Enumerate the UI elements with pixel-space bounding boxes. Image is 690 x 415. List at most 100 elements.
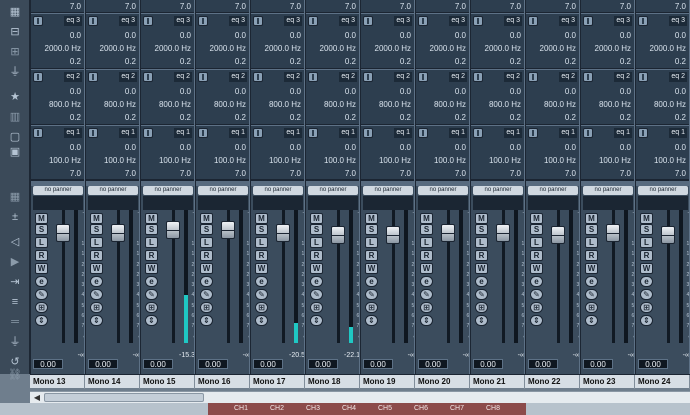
eq-gain-value[interactable]: 0.0 xyxy=(70,31,81,41)
channel-tab-5[interactable]: CH5 xyxy=(378,403,392,415)
eq-q-value[interactable]: 7.0 xyxy=(345,169,356,179)
panner-label[interactable]: no panner xyxy=(418,186,468,195)
panner-area[interactable] xyxy=(198,196,248,210)
eq-gain-value[interactable]: 0.0 xyxy=(620,87,631,97)
eq-power-icon[interactable] xyxy=(473,72,483,82)
channel-button-8[interactable]: ⇕ xyxy=(420,315,433,326)
channel-tab-1[interactable]: CH1 xyxy=(234,403,248,415)
eq-q-value[interactable]: 0.2 xyxy=(455,113,466,123)
volume-fader[interactable] xyxy=(661,226,675,244)
channel-button-5[interactable]: e xyxy=(200,276,213,287)
channel-button-4[interactable]: W xyxy=(35,263,48,274)
eq-band-cell[interactable]: eq 2 0.0 800.0 Hz 0.2 xyxy=(636,69,689,125)
eq-freq-value[interactable]: 2000.0 Hz xyxy=(45,44,81,54)
eq-band-cell[interactable]: eq 3 0.0 2000.0 Hz 0.2 xyxy=(636,13,689,69)
eq-gain-value[interactable]: 0.0 xyxy=(70,87,81,97)
channel-button-1[interactable]: S xyxy=(145,224,158,235)
eq-q-value[interactable]: 0.2 xyxy=(620,113,631,123)
panner-label[interactable]: no panner xyxy=(253,186,303,195)
eq-freq-value[interactable]: 100.0 Hz xyxy=(379,156,411,166)
eq-band-cell[interactable]: eq 1 0.0 100.0 Hz 7.0 xyxy=(86,125,139,180)
channel-name[interactable]: Mono 19 xyxy=(360,375,415,389)
volume-fader[interactable] xyxy=(606,224,620,242)
eq-gain-value[interactable]: 0.0 xyxy=(620,143,631,153)
panner-label[interactable]: no panner xyxy=(528,186,578,195)
eq-gain-value[interactable]: 0.0 xyxy=(290,31,301,41)
channel-button-5[interactable]: e xyxy=(145,276,158,287)
volume-display[interactable]: 0.00 xyxy=(528,359,558,369)
channel-button-6[interactable]: ✎ xyxy=(530,289,543,300)
eq-q-value[interactable]: 7.0 xyxy=(400,169,411,179)
volume-display[interactable]: 0.00 xyxy=(88,359,118,369)
eq-power-icon[interactable] xyxy=(308,72,318,82)
channel-button-6[interactable]: ✎ xyxy=(200,289,213,300)
eq-power-icon[interactable] xyxy=(88,72,98,82)
equal-icon[interactable]: ═ xyxy=(7,315,23,329)
channel-button-1[interactable]: S xyxy=(255,224,268,235)
channel-button-5[interactable]: e xyxy=(640,276,653,287)
channel-button-0[interactable]: M xyxy=(585,213,598,224)
scroll-thumb[interactable] xyxy=(44,393,204,402)
channel-button-0[interactable]: M xyxy=(35,213,48,224)
eq-freq-value[interactable]: 2000.0 Hz xyxy=(320,44,356,54)
eq-power-icon[interactable] xyxy=(198,16,208,26)
volume-fader[interactable] xyxy=(386,226,400,244)
channel-button-5[interactable]: e xyxy=(90,276,103,287)
eq-q-value[interactable]: 0.2 xyxy=(510,113,521,123)
eq-q-value[interactable]: 7.0 xyxy=(125,169,136,179)
channel-button-8[interactable]: ⇕ xyxy=(255,315,268,326)
eq-band-cell[interactable]: eq 2 0.0 800.0 Hz 0.2 xyxy=(471,69,524,125)
panner-label[interactable]: no panner xyxy=(308,186,358,195)
eq-power-icon[interactable] xyxy=(143,16,153,26)
eq-band-cell[interactable]: eq 1 0.0 100.0 Hz 7.0 xyxy=(636,125,689,180)
channel-button-5[interactable]: e xyxy=(255,276,268,287)
channel-button-7[interactable]: ⊞ xyxy=(310,302,323,313)
volume-display[interactable]: 0.00 xyxy=(418,359,448,369)
eq-power-icon[interactable] xyxy=(88,16,98,26)
channel-button-1[interactable]: S xyxy=(420,224,433,235)
channel-button-3[interactable]: R xyxy=(640,250,653,261)
eq-power-icon[interactable] xyxy=(638,72,648,82)
eq-band-cell[interactable]: eq 1 0.0 100.0 Hz 7.0 xyxy=(416,125,469,180)
channel-button-3[interactable]: R xyxy=(145,250,158,261)
eq-q-value[interactable]: 0.2 xyxy=(235,113,246,123)
channel-name[interactable]: Mono 20 xyxy=(415,375,470,389)
channel-button-3[interactable]: R xyxy=(585,250,598,261)
eq-freq-value[interactable]: 100.0 Hz xyxy=(159,156,191,166)
channel-button-4[interactable]: W xyxy=(90,263,103,274)
channel-button-0[interactable]: M xyxy=(640,213,653,224)
channel-button-4[interactable]: W xyxy=(640,263,653,274)
eq-power-icon[interactable] xyxy=(198,72,208,82)
eq-power-icon[interactable] xyxy=(33,16,43,26)
eq-band-cell[interactable]: eq 3 0.0 2000.0 Hz 0.2 xyxy=(141,13,194,69)
volume-display[interactable]: 0.00 xyxy=(583,359,613,369)
eq-freq-value[interactable]: 800.0 Hz xyxy=(49,100,81,110)
volume-fader[interactable] xyxy=(111,224,125,242)
plug2-icon[interactable]: ⏚ xyxy=(7,335,23,349)
channel-button-8[interactable]: ⇕ xyxy=(310,315,323,326)
volume-display[interactable]: 0.00 xyxy=(308,359,338,369)
eq-q-value[interactable]: 0.2 xyxy=(620,57,631,67)
channel-button-4[interactable]: W xyxy=(475,263,488,274)
channel-name[interactable]: Mono 22 xyxy=(525,375,580,389)
channel-button-0[interactable]: M xyxy=(200,213,213,224)
volume-display[interactable]: 0.00 xyxy=(143,359,173,369)
eq-freq-value[interactable]: 800.0 Hz xyxy=(214,100,246,110)
eq-gain-value[interactable]: 0.0 xyxy=(675,31,686,41)
eq-freq-value[interactable]: 2000.0 Hz xyxy=(485,44,521,54)
channel-button-4[interactable]: W xyxy=(145,263,158,274)
channel-button-6[interactable]: ✎ xyxy=(475,289,488,300)
eq-freq-value[interactable]: 100.0 Hz xyxy=(324,156,356,166)
panner-label[interactable]: no panner xyxy=(88,186,138,195)
channel-name[interactable]: Mono 17 xyxy=(250,375,305,389)
channel-button-4[interactable]: W xyxy=(255,263,268,274)
channel-button-6[interactable]: ✎ xyxy=(365,289,378,300)
eq-gain-value[interactable]: 0.0 xyxy=(620,31,631,41)
grid-icon[interactable]: ▦ xyxy=(7,190,23,204)
eq-power-icon[interactable] xyxy=(143,128,153,138)
panner-label[interactable]: no panner xyxy=(33,186,83,195)
channel-button-7[interactable]: ⊞ xyxy=(585,302,598,313)
eq-gain-value[interactable]: 0.0 xyxy=(400,143,411,153)
eq-gain-value[interactable]: 0.0 xyxy=(345,143,356,153)
eq-gain-value[interactable]: 0.0 xyxy=(180,143,191,153)
